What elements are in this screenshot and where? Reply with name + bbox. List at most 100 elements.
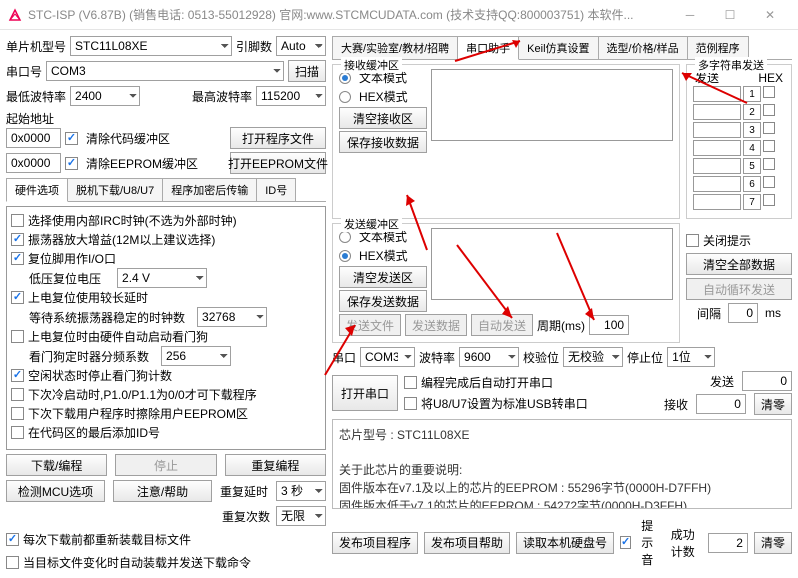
close-hint-checkbox[interactable] [686, 234, 699, 247]
multi-send-text-6[interactable] [693, 176, 741, 192]
stop-button[interactable]: 停止 [115, 454, 216, 476]
rx-save-button[interactable]: 保存接收数据 [339, 131, 427, 153]
repeat-count-select[interactable]: 无限 [276, 506, 326, 526]
open-port-button[interactable]: 打开串口 [332, 375, 398, 411]
opt-p10-p11-checkbox[interactable] [11, 388, 24, 401]
multi-send-hex-1[interactable] [763, 86, 775, 98]
publish-program-button[interactable]: 发布项目程序 [332, 532, 418, 554]
tx-clear-button[interactable]: 清空发送区 [339, 266, 427, 288]
multi-send-btn-2[interactable]: 2 [743, 104, 761, 120]
multi-send-hex-7[interactable] [763, 194, 775, 206]
rx-textarea[interactable] [431, 69, 673, 141]
opt-erase-eeprom-checkbox[interactable] [11, 407, 24, 420]
helper-baud-select[interactable]: 9600 [459, 347, 519, 367]
tx-save-button[interactable]: 保存发送数据 [339, 290, 427, 312]
rx-clear-button[interactable]: 清空接收区 [339, 107, 427, 129]
lvr-select[interactable]: 2.4 V [117, 268, 207, 288]
tab-contest[interactable]: 大赛/实验室/教材/招聘 [332, 36, 458, 59]
opt-idle-wdt-checkbox[interactable] [11, 369, 24, 382]
clear-eeprom-checkbox[interactable] [65, 157, 78, 170]
recv-count-field [696, 394, 746, 414]
min-baud-select[interactable]: 2400 [70, 86, 140, 106]
app-icon [8, 8, 22, 22]
multi-send-btn-6[interactable]: 6 [743, 176, 761, 192]
repeat-delay-select[interactable]: 3 秒 [276, 481, 326, 501]
opt-gain-checkbox[interactable] [11, 233, 24, 246]
opt-append-id-checkbox[interactable] [11, 426, 24, 439]
multi-send-text-7[interactable] [693, 194, 741, 210]
open-eeprom-file-button[interactable]: 打开EEPROM文件 [230, 152, 326, 174]
publish-help-button[interactable]: 发布项目帮助 [424, 532, 510, 554]
multi-send-hex-6[interactable] [763, 176, 775, 188]
multi-send-hex-2[interactable] [763, 104, 775, 116]
close-button[interactable]: ✕ [750, 1, 790, 29]
tab-serial-helper[interactable]: 串口助手 [457, 36, 519, 60]
multi-send-text-3[interactable] [693, 122, 741, 138]
multi-send-text-2[interactable] [693, 104, 741, 120]
multi-send-text-5[interactable] [693, 158, 741, 174]
interval-input[interactable] [728, 303, 758, 323]
detect-mcu-button[interactable]: 检测MCU选项 [6, 480, 105, 502]
opt-irc-checkbox[interactable] [11, 214, 24, 227]
eeprom-addr-input[interactable] [6, 153, 61, 173]
open-code-file-button[interactable]: 打开程序文件 [230, 127, 326, 149]
read-disk-id-button[interactable]: 读取本机硬盘号 [516, 532, 614, 554]
scan-button[interactable]: 扫描 [288, 60, 326, 82]
auto-loop-button[interactable]: 自动循环发送 [686, 278, 792, 300]
clear-success-button[interactable]: 清零 [754, 532, 792, 554]
helper-port-select[interactable]: COM3 [360, 347, 415, 367]
help-button[interactable]: 注意/帮助 [113, 480, 212, 502]
opt-long-delay-checkbox[interactable] [11, 291, 24, 304]
osc-clocks-select[interactable]: 32768 [197, 307, 267, 327]
auto-reload-checkbox[interactable] [6, 556, 19, 569]
tab-keil[interactable]: Keil仿真设置 [518, 36, 598, 59]
serial-port-select[interactable]: COM3 [46, 61, 284, 81]
period-input[interactable] [589, 315, 629, 335]
parity-select[interactable]: 无校验 [563, 347, 623, 367]
clear-code-checkbox[interactable] [65, 132, 78, 145]
tab-id[interactable]: ID号 [256, 178, 296, 201]
multi-send-text-4[interactable] [693, 140, 741, 156]
multi-send-hex-5[interactable] [763, 158, 775, 170]
stopbit-select[interactable]: 1位 [667, 347, 715, 367]
minimize-button[interactable]: ─ [670, 1, 710, 29]
clear-count-button[interactable]: 清零 [754, 393, 792, 415]
download-button[interactable]: 下载/编程 [6, 454, 107, 476]
tab-offline[interactable]: 脱机下载/U8/U7 [67, 178, 163, 201]
maximize-button[interactable]: ☐ [710, 1, 750, 29]
tab-selection[interactable]: 选型/价格/样品 [598, 36, 688, 59]
multi-send-text-1[interactable] [693, 86, 741, 102]
pin-count-select[interactable]: Auto [276, 36, 326, 56]
repeat-program-button[interactable]: 重复编程 [225, 454, 326, 476]
multi-send-btn-3[interactable]: 3 [743, 122, 761, 138]
usb-convert-checkbox[interactable] [404, 397, 417, 410]
reload-file-checkbox[interactable] [6, 533, 19, 546]
send-file-button[interactable]: 发送文件 [339, 314, 401, 336]
max-baud-select[interactable]: 115200 [256, 86, 326, 106]
opt-reset-io-checkbox[interactable] [11, 252, 24, 265]
auto-send-button[interactable]: 自动发送 [471, 314, 533, 336]
multi-send-btn-7[interactable]: 7 [743, 194, 761, 210]
tx-textarea[interactable] [431, 228, 673, 300]
opt-wdt-auto-checkbox[interactable] [11, 330, 24, 343]
clear-all-data-button[interactable]: 清空全部数据 [686, 253, 792, 275]
left-panel: 单片机型号 STC11L08XE 引脚数 Auto 串口号 COM3 扫描 最低… [0, 30, 332, 578]
send-data-button[interactable]: 发送数据 [405, 314, 467, 336]
multi-send-hex-3[interactable] [763, 122, 775, 134]
mcu-model-select[interactable]: STC11L08XE [70, 36, 232, 56]
auto-open-port-checkbox[interactable] [404, 376, 417, 389]
code-addr-input[interactable] [6, 128, 61, 148]
rx-hex-radio[interactable] [339, 91, 351, 103]
multi-send-btn-4[interactable]: 4 [743, 140, 761, 156]
multi-send-btn-1[interactable]: 1 [743, 86, 761, 102]
tab-encrypt[interactable]: 程序加密后传输 [162, 178, 257, 201]
tab-examples[interactable]: 范例程序 [687, 36, 749, 59]
wdt-div-select[interactable]: 256 [161, 346, 231, 366]
tx-hex-radio[interactable] [339, 250, 351, 262]
hint-sound-checkbox[interactable] [620, 536, 631, 549]
multi-send-btn-5[interactable]: 5 [743, 158, 761, 174]
tab-hardware[interactable]: 硬件选项 [6, 178, 68, 202]
tx-text-radio[interactable] [339, 231, 351, 243]
rx-text-radio[interactable] [339, 72, 351, 84]
multi-send-hex-4[interactable] [763, 140, 775, 152]
